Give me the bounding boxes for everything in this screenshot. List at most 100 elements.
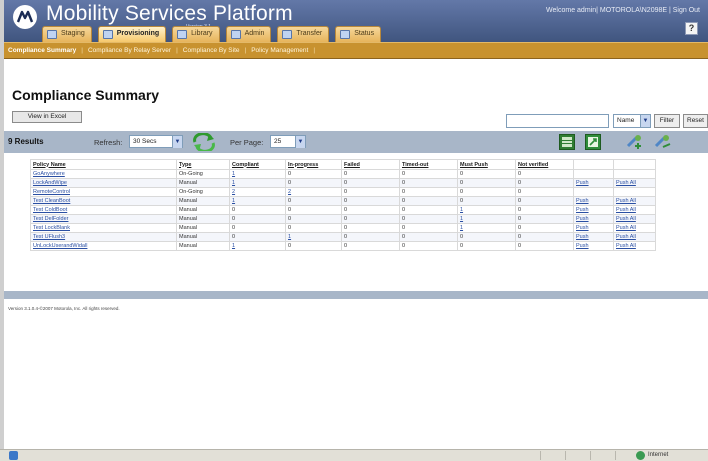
in-progress-cell: 0 (285, 214, 342, 224)
table-header-row: Policy Name Type Compliant In-progress F… (30, 159, 656, 170)
welcome-signout[interactable]: Welcome admin| MOTOROLA\N2098E | Sign Ou… (546, 7, 700, 14)
results-toolbar: 9 Results Refresh: 30 Secs ▼ Per Page: 2… (4, 131, 708, 153)
transfer-icon (282, 30, 293, 39)
help-button[interactable]: ? (685, 22, 698, 35)
in-progress-cell[interactable]: 2 (285, 187, 342, 197)
col-failed[interactable]: Failed (341, 159, 400, 170)
refresh-select[interactable]: 30 Secs ▼ (129, 135, 183, 148)
tab-label: Status (354, 30, 375, 37)
chevron-down-icon: ▼ (172, 136, 182, 148)
per-page-value: 25 (274, 138, 282, 145)
add-policy-icon[interactable] (626, 134, 644, 150)
subnav-separator: | (313, 47, 316, 54)
compliant-cell[interactable]: 2 (229, 187, 286, 197)
col-policy-name[interactable]: Policy Name (30, 159, 177, 170)
subnav-policy-management[interactable]: Policy Management (251, 47, 308, 54)
table-row: RemoteControl On-Going 2 2 0 0 0 0 (30, 187, 656, 197)
policy-name-cell[interactable]: Test DelFolder (30, 214, 177, 224)
must-push-cell[interactable]: 1 (457, 223, 516, 233)
compliant-cell: 0 (229, 214, 286, 224)
col-type[interactable]: Type (176, 159, 230, 170)
compliant-cell[interactable]: 1 (229, 241, 286, 251)
tab-provisioning[interactable]: Provisioning (97, 26, 167, 42)
push-all-link[interactable]: Push All (613, 178, 656, 188)
edit-policy-icon[interactable] (654, 134, 672, 150)
push-link (573, 187, 614, 197)
tab-status[interactable]: Status (335, 26, 382, 42)
failed-cell: 0 (341, 187, 400, 197)
policy-name-cell[interactable]: Test UFlush3 (30, 232, 177, 242)
push-link[interactable]: Push (573, 241, 614, 251)
push-all-link[interactable]: Push All (613, 196, 656, 206)
timed-out-cell: 0 (399, 196, 458, 206)
push-link[interactable]: Push (573, 205, 614, 215)
col-not-verified[interactable]: Not verified (515, 159, 574, 170)
table-row: Test LockBlank Manual 0 0 0 0 1 0 Push Push All (30, 223, 656, 233)
in-progress-cell[interactable]: 1 (285, 232, 342, 242)
tab-label: Provisioning (116, 30, 160, 37)
subnav-separator: | (176, 47, 178, 54)
col-push (573, 159, 614, 170)
filter-field-select[interactable]: Name ▼ (613, 114, 651, 128)
compliant-cell: 0 (229, 232, 286, 242)
not-verified-cell: 0 (515, 169, 574, 179)
not-verified-cell: 0 (515, 223, 574, 233)
compliant-cell: 0 (229, 205, 286, 215)
must-push-cell[interactable]: 1 (457, 205, 516, 215)
view-in-excel-button[interactable]: View in Excel (12, 111, 82, 123)
col-must-push[interactable]: Must Push (457, 159, 516, 170)
refresh-icon[interactable] (192, 133, 216, 151)
policy-name-cell[interactable]: LockAndWipe (30, 178, 177, 188)
push-link[interactable]: Push (573, 214, 614, 224)
filter-input[interactable] (506, 114, 609, 128)
timed-out-cell: 0 (399, 241, 458, 251)
reset-button[interactable]: Reset (683, 114, 708, 128)
export-icon[interactable] (585, 134, 601, 150)
in-progress-cell: 0 (285, 178, 342, 188)
policy-name-cell[interactable]: UnLockUserandWidall (30, 241, 177, 251)
must-push-cell[interactable]: 1 (457, 214, 516, 224)
tab-transfer[interactable]: Transfer (277, 26, 330, 42)
compliant-cell[interactable]: 1 (229, 196, 286, 206)
push-all-link[interactable]: Push All (613, 205, 656, 215)
type-cell: Manual (176, 232, 230, 242)
col-timed-out[interactable]: Timed-out (399, 159, 458, 170)
subnav-compliance-summary[interactable]: Compliance Summary (8, 47, 76, 54)
col-in-progress[interactable]: In-progress (285, 159, 342, 170)
must-push-cell: 0 (457, 196, 516, 206)
push-link[interactable]: Push (573, 196, 614, 206)
push-link[interactable]: Push (573, 178, 614, 188)
push-all-link[interactable]: Push All (613, 214, 656, 224)
type-cell: On-Going (176, 169, 230, 179)
push-link (573, 169, 614, 179)
tab-admin[interactable]: Admin (225, 26, 272, 42)
compliant-cell[interactable]: 1 (229, 178, 286, 188)
provisioning-icon (102, 30, 113, 39)
compliant-cell[interactable]: 1 (229, 169, 286, 179)
tab-library[interactable]: Library (172, 26, 220, 42)
push-link[interactable]: Push (573, 223, 614, 233)
subnav-compliance-by-site[interactable]: Compliance By Site (183, 47, 240, 54)
type-cell: Manual (176, 178, 230, 188)
push-link[interactable]: Push (573, 232, 614, 242)
not-verified-cell: 0 (515, 241, 574, 251)
push-all-link[interactable]: Push All (613, 232, 656, 242)
status-divider (590, 451, 591, 460)
push-all-link[interactable]: Push All (613, 241, 656, 251)
tab-label: Library (191, 30, 213, 37)
policy-name-cell[interactable]: Test LockBlank (30, 223, 177, 233)
grid-view-icon[interactable] (559, 134, 575, 150)
per-page-select[interactable]: 25 ▼ (270, 135, 306, 148)
subnav-compliance-by-relay[interactable]: Compliance By Relay Server (88, 47, 171, 54)
policy-name-cell[interactable]: RemoteControl (30, 187, 177, 197)
policy-name-cell[interactable]: GoAnywhere (30, 169, 177, 179)
table-row: UnLockUserandWidall Manual 1 0 0 0 0 0 Push Push … (30, 241, 656, 251)
type-cell: Manual (176, 223, 230, 233)
timed-out-cell: 0 (399, 169, 458, 179)
policy-name-cell[interactable]: Test CleanBoot (30, 196, 177, 206)
policy-name-cell[interactable]: Test ColdBoot (30, 205, 177, 215)
push-all-link[interactable]: Push All (613, 223, 656, 233)
filter-button[interactable]: Filter (654, 114, 680, 128)
tab-staging[interactable]: Staging (42, 26, 92, 42)
col-compliant[interactable]: Compliant (229, 159, 286, 170)
